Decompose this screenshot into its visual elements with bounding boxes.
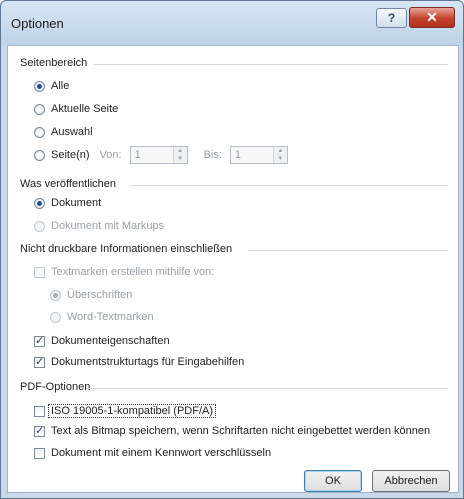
title-bar[interactable]: Optionen ? ✕	[1, 1, 463, 45]
to-spinner[interactable]: 1 ▲ ▼	[229, 146, 288, 164]
spinner-arrows-icon[interactable]: ▲ ▼	[172, 147, 187, 163]
radio-button[interactable]	[34, 197, 45, 209]
divider	[248, 250, 448, 251]
radio-button[interactable]	[34, 80, 45, 92]
checkbox[interactable]	[34, 405, 45, 417]
checkbox-bitmap[interactable]: Text als Bitmap speichern, wenn Schrifta…	[34, 424, 431, 437]
divider	[94, 64, 448, 65]
checkbox-label-encrypt: Dokument mit einem Kennwort verschlüssel…	[51, 447, 272, 459]
checkbox-label-doc-properties: Dokumenteigenschaften	[51, 335, 170, 347]
checkbox-iso[interactable]: ISO 19005-1-kompatibel (PDF/A)	[34, 404, 217, 418]
checkbox[interactable]	[34, 334, 45, 347]
group-label-publish: Was veröffentlichen	[20, 178, 116, 190]
radio-all[interactable]: Alle	[34, 80, 69, 92]
radio-button[interactable]	[34, 149, 45, 161]
spinner-arrows-icon[interactable]: ▲ ▼	[272, 147, 287, 163]
checkbox-label-struct-tags: Dokumentstrukturtags für Eingabehilfen	[51, 356, 245, 368]
radio-button[interactable]	[50, 311, 61, 323]
checkbox-struct-tags[interactable]: Dokumentstrukturtags für Eingabehilfen	[34, 355, 245, 368]
checkbox-label-bitmap: Text als Bitmap speichern, wenn Schrifta…	[51, 425, 431, 437]
group-label-nonprint: Nicht druckbare Informationen einschließ…	[20, 243, 233, 255]
radio-label-document: Dokument	[51, 197, 102, 209]
from-spinner[interactable]: 1 ▲ ▼	[129, 146, 188, 164]
radio-label-word-bookmarks: Word-Textmarken	[67, 311, 154, 323]
group-label-pdf: PDF-Optionen	[20, 381, 91, 393]
radio-button[interactable]	[34, 126, 45, 138]
group-label-page-range: Seitenbereich	[20, 57, 88, 69]
checkbox[interactable]	[34, 355, 45, 368]
dialog-content: Seitenbereich Alle Aktuelle Seite Auswah…	[7, 45, 459, 493]
radio-label-pages: Seite(n)	[51, 149, 90, 161]
radio-pages[interactable]: Seite(n) Von: 1 ▲ ▼ Bis: 1 ▲ ▼	[34, 146, 304, 164]
radio-document[interactable]: Dokument	[34, 197, 101, 209]
checkbox[interactable]	[34, 424, 45, 437]
radio-headings[interactable]: Überschriften	[50, 289, 132, 301]
cancel-button[interactable]: Abbrechen	[372, 470, 450, 492]
ok-button[interactable]: OK	[304, 470, 362, 492]
to-label: Bis:	[203, 149, 222, 161]
divider	[130, 185, 448, 186]
radio-current-page[interactable]: Aktuelle Seite	[34, 103, 118, 115]
radio-label-selection: Auswahl	[51, 126, 93, 138]
checkbox-label-iso: ISO 19005-1-kompatibel (PDF/A)	[48, 404, 217, 418]
radio-document-markups[interactable]: Dokument mit Markups	[34, 220, 164, 232]
from-value: 1	[134, 149, 141, 161]
radio-label-all: Alle	[51, 80, 70, 92]
radio-word-bookmarks[interactable]: Word-Textmarken	[50, 311, 154, 323]
divider	[86, 388, 448, 389]
radio-label-document-markups: Dokument mit Markups	[51, 220, 165, 232]
close-button[interactable]: ✕	[409, 7, 455, 28]
to-value: 1	[234, 149, 242, 161]
close-icon: ✕	[426, 9, 438, 25]
checkbox-encrypt[interactable]: Dokument mit einem Kennwort verschlüssel…	[34, 447, 271, 459]
radio-label-headings: Überschriften	[67, 289, 133, 301]
checkbox-label-bookmarks: Textmarken erstellen mithilfe von:	[51, 266, 215, 278]
radio-selection[interactable]: Auswahl	[34, 126, 93, 138]
dialog-title: Optionen	[11, 16, 64, 31]
radio-label-current-page: Aktuelle Seite	[51, 103, 119, 115]
checkbox[interactable]	[34, 447, 45, 459]
checkbox-doc-properties[interactable]: Dokumenteigenschaften	[34, 334, 170, 347]
radio-button[interactable]	[50, 289, 61, 301]
checkbox[interactable]	[34, 266, 45, 278]
radio-button[interactable]	[34, 103, 45, 115]
checkbox-bookmarks[interactable]: Textmarken erstellen mithilfe von:	[34, 266, 214, 278]
options-dialog: Optionen ? ✕ Seitenbereich Alle Aktuelle…	[0, 0, 464, 499]
from-label: Von:	[99, 149, 122, 161]
help-icon: ?	[387, 11, 396, 25]
radio-button[interactable]	[34, 220, 45, 232]
help-button[interactable]: ?	[376, 8, 407, 28]
